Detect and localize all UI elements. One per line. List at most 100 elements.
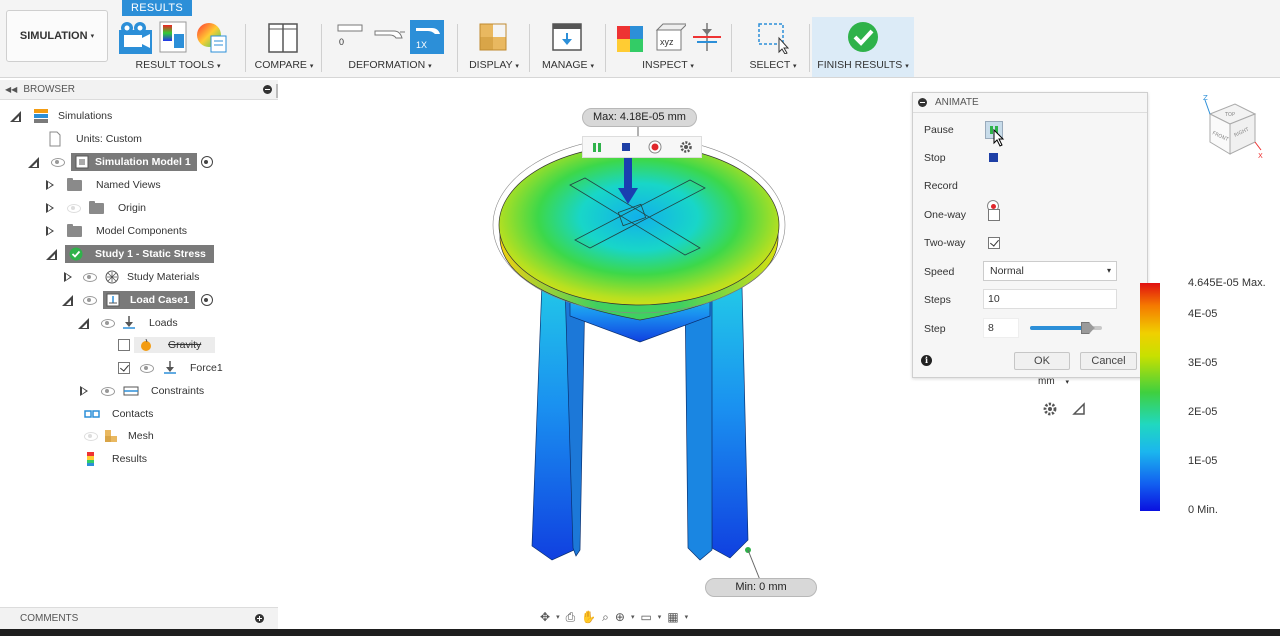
finish-results-button[interactable]: FINISH RESULTS ▾: [812, 17, 914, 77]
tree-item-constraints[interactable]: Constraints: [80, 381, 204, 401]
tree-label: Gravity: [168, 339, 202, 351]
expand-toggle-icon[interactable]: [46, 179, 55, 191]
inspect-plane-icon[interactable]: [690, 20, 724, 54]
expand-toggle-icon[interactable]: [10, 110, 21, 122]
result-probe-icon[interactable]: [156, 20, 190, 54]
group-label-select[interactable]: SELECT: [749, 59, 790, 71]
tree-item-contacts[interactable]: Contacts: [84, 404, 153, 424]
tree-item-gravity[interactable]: Gravity: [118, 335, 216, 355]
inspect-points-button[interactable]: xyz: [652, 20, 689, 54]
cancel-button[interactable]: Cancel: [1080, 352, 1137, 370]
expand-toggle-icon[interactable]: [46, 248, 57, 260]
collapse-dialog-icon[interactable]: [918, 98, 927, 107]
expand-toggle-icon[interactable]: [46, 202, 55, 214]
record-icon[interactable]: [648, 140, 662, 154]
animate-camera-icon[interactable]: [118, 20, 152, 54]
speed-select[interactable]: Normal ▾: [983, 261, 1117, 281]
deformed-beam-icon[interactable]: [372, 20, 406, 54]
activate-target-icon[interactable]: [200, 294, 213, 306]
tree-item-named-views[interactable]: Named Views: [46, 175, 161, 195]
tree-item-units[interactable]: Units: Custom: [48, 129, 142, 149]
look-at-icon[interactable]: ⎙: [566, 610, 576, 625]
expand-toggle-icon[interactable]: [62, 294, 73, 306]
visibility-eye-icon[interactable]: [67, 203, 81, 213]
display-settings-icon[interactable]: ▭: [640, 610, 651, 624]
tree-item-origin[interactable]: Origin: [46, 198, 146, 218]
tree-item-study-1[interactable]: Study 1 - Static Stress: [46, 244, 214, 264]
force-checkbox[interactable]: [118, 362, 130, 374]
select-window-icon[interactable]: [756, 20, 790, 54]
deformation-scale-1x-button[interactable]: 1X: [410, 20, 444, 54]
visibility-eye-icon[interactable]: [101, 386, 115, 396]
tree-item-model-components[interactable]: Model Components: [46, 221, 187, 241]
compare-icon[interactable]: [266, 20, 300, 54]
no-deformation-button[interactable]: 0: [334, 20, 368, 54]
tree-item-simulations[interactable]: Simulations: [10, 106, 112, 126]
comments-panel[interactable]: COMMENTS: [0, 607, 278, 629]
group-label-inspect[interactable]: INSPECT: [642, 59, 687, 71]
tree-item-loads[interactable]: Loads: [78, 313, 178, 333]
expand-toggle-icon[interactable]: [64, 271, 73, 283]
zoom-icon[interactable]: ⌕: [602, 610, 609, 625]
gear-icon[interactable]: [679, 140, 693, 154]
gravity-apple-icon: [141, 339, 151, 351]
group-label-deformation[interactable]: DEFORMATION: [348, 59, 425, 71]
grid-settings-icon[interactable]: ▦: [667, 610, 678, 624]
tree-label: Simulation Model 1: [95, 156, 191, 168]
tree-item-study-materials[interactable]: Study Materials: [64, 267, 199, 287]
tab-results[interactable]: RESULTS: [122, 0, 192, 16]
result-details-icon[interactable]: [194, 20, 228, 54]
orbit-icon[interactable]: ✥: [540, 610, 550, 624]
visibility-eye-icon[interactable]: [140, 363, 154, 373]
tree-item-results[interactable]: Results: [86, 449, 147, 469]
legend-settings-gear-icon[interactable]: [1042, 401, 1058, 417]
tree-item-force[interactable]: Force1: [118, 358, 223, 378]
pause-icon[interactable]: [591, 141, 603, 153]
stop-icon[interactable]: [620, 141, 632, 153]
steps-input[interactable]: 10: [983, 289, 1117, 309]
visibility-eye-icon[interactable]: [84, 431, 98, 441]
expand-toggle-icon[interactable]: [28, 156, 39, 168]
stop-button[interactable]: [989, 153, 998, 162]
expand-toggle-icon[interactable]: [80, 385, 89, 397]
step-slider-thumb[interactable]: [1080, 322, 1095, 334]
chevron-down-icon[interactable]: ▾: [556, 613, 560, 621]
activate-target-icon[interactable]: [200, 156, 213, 168]
xyz-label: xyz: [660, 37, 674, 47]
expand-toggle-icon[interactable]: [78, 317, 89, 329]
chevron-down-icon[interactable]: ▾: [685, 613, 689, 621]
visibility-eye-icon[interactable]: [101, 318, 115, 328]
group-label-manage[interactable]: MANAGE: [542, 59, 588, 71]
zoom-window-icon[interactable]: ⊕: [615, 610, 625, 624]
visibility-eye-icon[interactable]: [83, 295, 97, 305]
group-label-display[interactable]: DISPLAY: [469, 59, 512, 71]
collapse-panel-icon[interactable]: ◀◀: [5, 85, 17, 94]
expand-toggle-icon[interactable]: [46, 225, 55, 237]
inspect-surface-probe-icon[interactable]: [614, 20, 648, 54]
tree-item-load-case[interactable]: Load Case1: [62, 290, 213, 310]
chevron-down-icon[interactable]: ▾: [658, 613, 662, 621]
display-mesh-icon[interactable]: [476, 20, 510, 54]
workspace-switcher[interactable]: SIMULATION ▾: [6, 10, 108, 62]
pan-hand-icon[interactable]: ✋: [581, 610, 596, 624]
legend-orientation-icon[interactable]: [1072, 402, 1086, 416]
manage-icon[interactable]: [550, 20, 584, 54]
group-label-compare[interactable]: COMPARE: [255, 59, 307, 71]
step-input[interactable]: 8: [983, 318, 1019, 338]
ok-button[interactable]: OK: [1014, 352, 1070, 370]
two-way-checkbox[interactable]: [988, 237, 1000, 249]
visibility-eye-icon[interactable]: [83, 272, 97, 282]
panel-splitter-handle[interactable]: [276, 84, 278, 98]
collapse-browser-icon[interactable]: [263, 85, 272, 94]
step-slider-track[interactable]: [1030, 322, 1102, 334]
visibility-eye-icon[interactable]: [51, 157, 65, 167]
gravity-checkbox[interactable]: [118, 339, 130, 351]
view-cube[interactable]: TOP FRONT RIGHT Z X: [1195, 92, 1265, 182]
tree-item-mesh[interactable]: Mesh: [84, 426, 154, 446]
group-label-result-tools[interactable]: RESULT TOOLS: [135, 59, 214, 71]
tree-item-simulation-model[interactable]: Simulation Model 1: [28, 152, 213, 172]
add-comment-icon[interactable]: [255, 614, 264, 623]
one-way-checkbox[interactable]: [988, 209, 1000, 221]
info-icon[interactable]: i: [921, 355, 932, 366]
chevron-down-icon[interactable]: ▾: [631, 613, 635, 621]
